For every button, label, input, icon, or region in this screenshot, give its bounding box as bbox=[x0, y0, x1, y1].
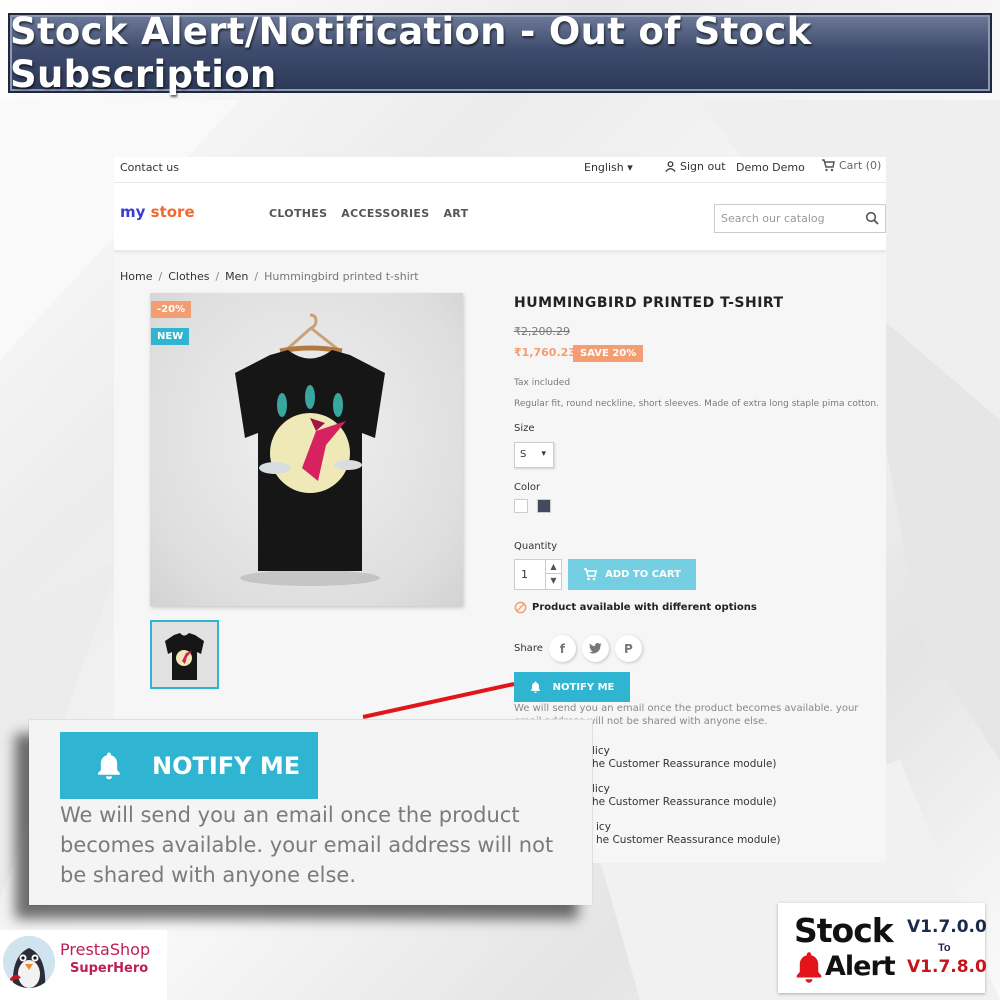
save-badge: SAVE 20% bbox=[573, 345, 644, 362]
stock-alert-logo: Stock Alert V1.7.0.0 To V1.7.8.0 bbox=[778, 903, 987, 993]
share-row: Share f P bbox=[514, 635, 642, 662]
prestashop-name: PrestaShop bbox=[60, 940, 151, 959]
discount-badge: -20% bbox=[151, 301, 192, 318]
banner-title: Stock Alert/Notification - Out of Stock … bbox=[10, 10, 812, 96]
logo-stock-word: Stock bbox=[794, 911, 894, 950]
cart-label: Cart (0) bbox=[839, 159, 882, 172]
reassurance-security: licy he Customer Reassurance module) bbox=[592, 745, 777, 771]
nav-accessories[interactable]: ACCESSORIES bbox=[341, 207, 429, 220]
product-thumbnail[interactable] bbox=[150, 620, 219, 689]
reassurance-return: icy he Customer Reassurance module) bbox=[596, 821, 781, 847]
tax-label: Tax included bbox=[514, 378, 571, 388]
current-price: ₹1,760.23 bbox=[514, 346, 576, 359]
quantity-label: Quantity bbox=[514, 541, 558, 552]
tshirt-illustration bbox=[235, 313, 385, 586]
title-banner: Stock Alert/Notification - Out of Stock … bbox=[8, 10, 992, 96]
share-label: Share bbox=[514, 643, 543, 654]
search-icon[interactable] bbox=[865, 211, 879, 225]
version-from: V1.7.0.0 bbox=[907, 917, 987, 937]
cart-icon bbox=[822, 159, 835, 172]
zoom-callout: NOTIFY ME We will send you an email once… bbox=[29, 720, 592, 905]
breadcrumb-clothes[interactable]: Clothes bbox=[168, 270, 209, 283]
new-badge: NEW bbox=[151, 328, 190, 345]
caret-down-icon: ▾ bbox=[627, 161, 633, 174]
reassurance-sub: he Customer Reassurance module) bbox=[592, 758, 777, 770]
version-to-label: To bbox=[938, 942, 951, 954]
top-bar: Contact us English ▾ Sign out Demo Demo … bbox=[114, 157, 886, 183]
account-link[interactable]: Demo Demo bbox=[736, 161, 805, 174]
chevron-down-icon[interactable]: ▼ bbox=[546, 574, 561, 588]
search-placeholder: Search our catalog bbox=[721, 212, 825, 225]
product-image[interactable]: -20% NEW bbox=[150, 293, 463, 606]
version-until: V1.7.8.0 bbox=[907, 957, 987, 977]
logo-part-1: my bbox=[120, 203, 146, 221]
size-label: Size bbox=[514, 423, 535, 434]
bell-icon bbox=[530, 681, 540, 693]
color-swatch-white[interactable] bbox=[514, 499, 528, 513]
puffin-mascot-icon bbox=[3, 936, 55, 988]
sign-out-label: Sign out bbox=[680, 160, 726, 173]
bell-icon bbox=[98, 752, 120, 780]
quantity-input[interactable]: 1 ▲ ▼ bbox=[514, 559, 562, 590]
cart-icon bbox=[584, 568, 598, 581]
store-header: my store CLOTHES ACCESSORIES ART Search … bbox=[114, 183, 886, 251]
color-label: Color bbox=[514, 482, 541, 493]
notify-me-label: NOTIFY ME bbox=[152, 751, 301, 780]
logo-alert-word: Alert bbox=[825, 951, 896, 982]
twitter-icon[interactable] bbox=[581, 635, 609, 662]
zoom-note: We will send you an email once the produ… bbox=[60, 803, 554, 887]
availability-notice: Product available with different options bbox=[514, 601, 757, 614]
reassurance-sub: he Customer Reassurance module) bbox=[592, 796, 777, 808]
breadcrumb-home[interactable]: Home bbox=[120, 270, 152, 283]
color-swatch-dark[interactable] bbox=[537, 499, 551, 513]
contact-link[interactable]: Contact us bbox=[120, 161, 179, 174]
reassurance-sub: he Customer Reassurance module) bbox=[596, 834, 781, 846]
facebook-icon[interactable]: f bbox=[548, 635, 576, 662]
reassurance-title: licy bbox=[592, 783, 610, 795]
language-selector[interactable]: English ▾ bbox=[584, 161, 633, 174]
nav-art[interactable]: ART bbox=[443, 207, 468, 220]
store-logo[interactable]: my store bbox=[120, 203, 195, 221]
add-to-cart-label: ADD TO CART bbox=[605, 569, 681, 580]
product-description: Regular fit, round neckline, short sleev… bbox=[514, 399, 879, 409]
superhero-name: SuperHero bbox=[70, 961, 149, 976]
cart-link[interactable]: Cart (0) bbox=[821, 159, 881, 172]
reassurance-title: licy bbox=[592, 745, 610, 757]
prestashop-superhero-logo: PrestaShop SuperHero bbox=[0, 930, 167, 1000]
tshirt-thumbnail-icon bbox=[165, 633, 204, 680]
regular-price: ₹2,200.29 bbox=[514, 325, 570, 338]
availability-text: Product available with different options bbox=[532, 602, 757, 613]
quantity-value: 1 bbox=[521, 568, 528, 581]
chevron-up-icon[interactable]: ▲ bbox=[546, 560, 561, 574]
caret-down-icon: ▾ bbox=[541, 449, 546, 459]
search-input[interactable]: Search our catalog bbox=[714, 204, 886, 233]
breadcrumb: Home / Clothes / Men / Hummingbird printed t-s… bbox=[120, 270, 419, 283]
logo-part-2: store bbox=[150, 203, 195, 221]
breadcrumb-current: Hummingbird printed t-shirt bbox=[264, 270, 419, 283]
language-label: English bbox=[584, 161, 624, 174]
reassurance-title: icy bbox=[596, 821, 611, 833]
main-nav: CLOTHES ACCESSORIES ART bbox=[269, 207, 468, 220]
sign-out-link[interactable]: Sign out bbox=[665, 160, 726, 173]
notify-me-label: NOTIFY ME bbox=[552, 681, 615, 693]
notify-me-button[interactable]: NOTIFY ME bbox=[514, 672, 630, 702]
unavailable-icon bbox=[514, 601, 527, 614]
breadcrumb-men[interactable]: Men bbox=[225, 270, 248, 283]
user-icon bbox=[665, 161, 676, 172]
notify-me-button-zoomed[interactable]: NOTIFY ME bbox=[60, 732, 318, 799]
product-title: HUMMINGBIRD PRINTED T-SHIRT bbox=[514, 295, 784, 311]
add-to-cart-button[interactable]: ADD TO CART bbox=[568, 559, 696, 590]
pinterest-icon[interactable]: P bbox=[614, 635, 642, 662]
size-select[interactable]: S ▾ bbox=[514, 442, 554, 468]
red-bell-icon bbox=[796, 952, 822, 983]
size-value: S bbox=[520, 449, 527, 460]
reassurance-delivery: licy he Customer Reassurance module) bbox=[592, 783, 777, 809]
quantity-stepper[interactable]: ▲ ▼ bbox=[545, 560, 561, 589]
nav-clothes[interactable]: CLOTHES bbox=[269, 207, 327, 220]
